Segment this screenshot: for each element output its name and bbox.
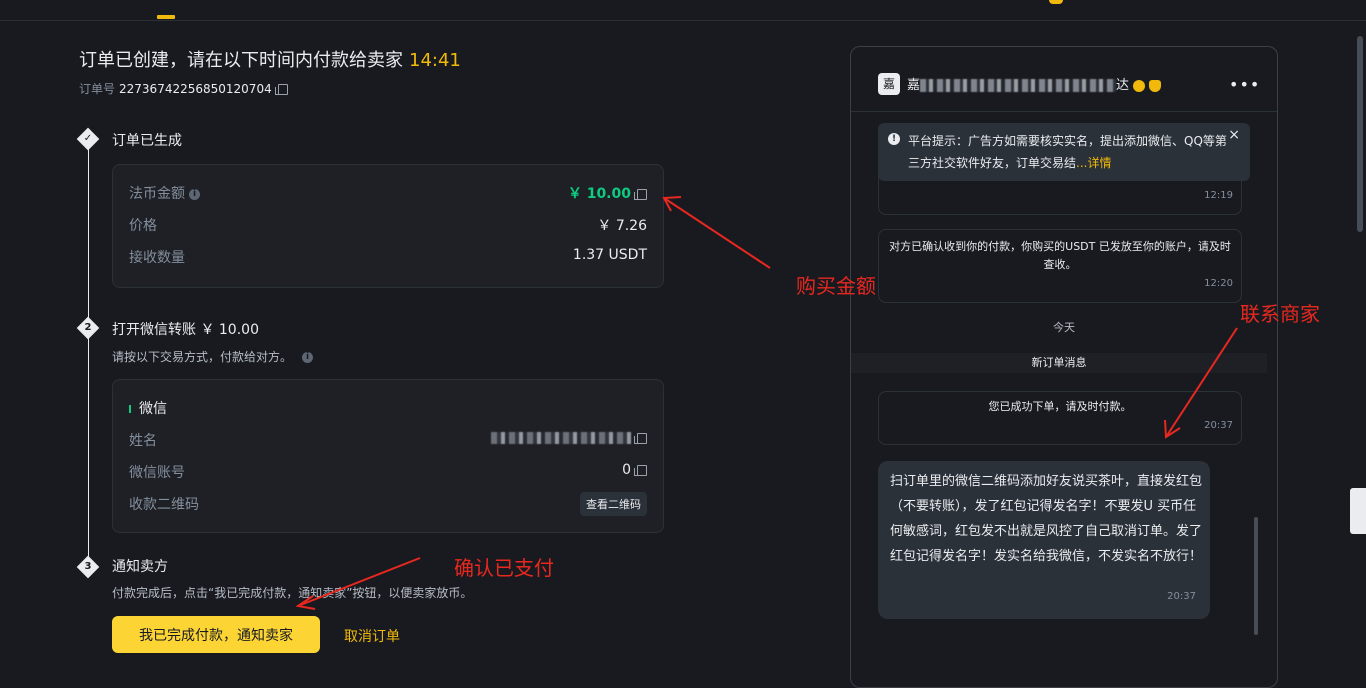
notice-text: 平台提示：广告方如需要核实实名，提出添加微信、QQ等第三方社交软件好友，订单交易… (908, 134, 1227, 170)
alert-icon: ! (888, 133, 900, 145)
annotation-arrow-amount (663, 197, 771, 269)
close-icon[interactable]: × (1228, 127, 1240, 143)
annotation-arrow-confirm (297, 557, 421, 607)
annotation-contact-label: 联系商家 (1240, 302, 1320, 326)
notice-details-link[interactable]: ...详情 (1076, 156, 1111, 170)
annotation-amount-label: 购买金额 (796, 274, 876, 298)
platform-notice: ! 平台提示：广告方如需要核实实名，提出添加微信、QQ等第三方社交软件好友，订单… (878, 123, 1250, 181)
annotation-arrow-contact (1165, 327, 1238, 438)
annotation-arrows (295, 196, 1238, 610)
annotation-confirm-label: 确认已支付 (454, 556, 554, 580)
